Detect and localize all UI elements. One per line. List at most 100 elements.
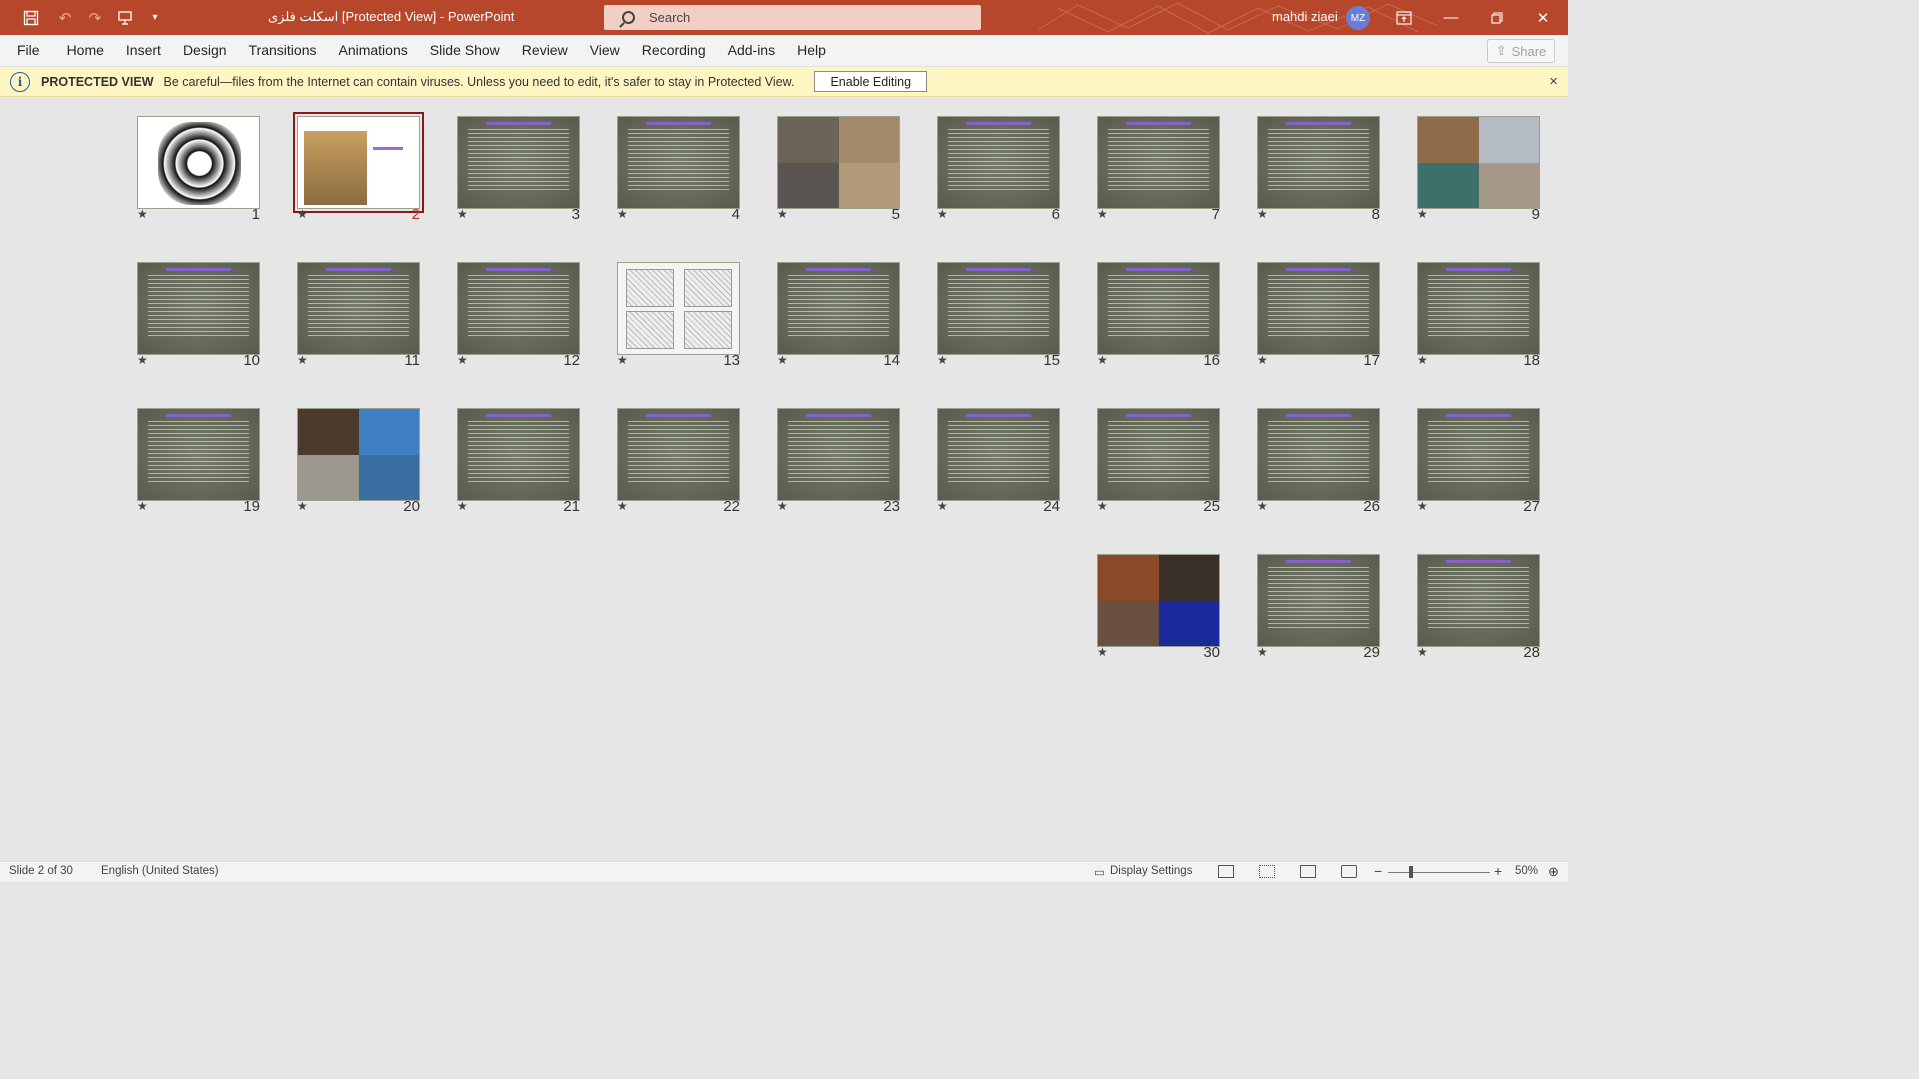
slide-preview[interactable] [1417, 554, 1540, 647]
slide-thumbnail[interactable]: ★ 28 [1417, 535, 1540, 661]
close-message-icon[interactable]: × [1549, 73, 1558, 90]
zoom-slider-track[interactable] [1388, 872, 1490, 873]
slide-thumbnail[interactable]: ★ 13 [617, 243, 740, 369]
slide-show-view-icon[interactable] [1341, 865, 1357, 878]
close-icon[interactable]: ✕ [1520, 0, 1566, 35]
language-indicator[interactable]: English (United States) [101, 865, 219, 877]
slide-preview[interactable] [137, 262, 260, 355]
slide-preview[interactable] [937, 408, 1060, 501]
slide-thumbnail[interactable]: ★ 16 [1097, 243, 1220, 369]
undo-icon[interactable]: ↶ [48, 0, 82, 35]
ribbon-display-options-icon[interactable] [1381, 0, 1427, 35]
zoom-level[interactable]: 50% [1515, 865, 1538, 877]
slide-preview[interactable] [297, 262, 420, 355]
tab-recording[interactable]: Recording [631, 35, 717, 67]
enable-editing-button[interactable]: Enable Editing [814, 71, 928, 92]
tab-file[interactable]: File [0, 35, 56, 67]
slide-thumbnail[interactable]: ★ 4 [617, 97, 740, 223]
zoom-slider-thumb[interactable] [1409, 866, 1413, 878]
normal-view-icon[interactable] [1218, 865, 1234, 878]
slide-thumbnail[interactable]: ★ 19 [137, 389, 260, 515]
slide-thumbnail[interactable]: ★ 26 [1257, 389, 1380, 515]
minimize-icon[interactable]: — [1428, 0, 1474, 35]
tab-home[interactable]: Home [56, 35, 115, 67]
search-box[interactable]: Search [604, 5, 981, 30]
display-settings-icon[interactable]: ▭ [1094, 865, 1105, 879]
slide-preview[interactable] [937, 116, 1060, 209]
slide-thumbnail[interactable]: ★ 21 [457, 389, 580, 515]
slide-thumbnail[interactable]: ★ 22 [617, 389, 740, 515]
slide-preview[interactable] [617, 116, 740, 209]
slide-preview[interactable] [297, 408, 420, 501]
slide-preview[interactable] [457, 116, 580, 209]
slide-thumbnail[interactable]: ★ 7 [1097, 97, 1220, 223]
tab-add-ins[interactable]: Add-ins [717, 35, 786, 67]
slide-thumbnail[interactable]: ★ 29 [1257, 535, 1380, 661]
tab-help[interactable]: Help [786, 35, 837, 67]
slide-thumbnail[interactable]: ★ 2 [293, 97, 424, 223]
redo-icon[interactable]: ↷ [82, 0, 108, 35]
slide-thumbnail[interactable]: ★ 20 [297, 389, 420, 515]
tab-animations[interactable]: Animations [327, 35, 418, 67]
slide-thumbnail[interactable]: ★ 25 [1097, 389, 1220, 515]
slide-thumbnail[interactable]: ★ 24 [937, 389, 1060, 515]
slide-thumbnail[interactable]: ★ 10 [137, 243, 260, 369]
tab-review[interactable]: Review [511, 35, 579, 67]
customize-qat-icon[interactable]: ▾ [142, 0, 168, 35]
slide-thumbnail[interactable]: ★ 27 [1417, 389, 1540, 515]
slide-preview[interactable] [617, 262, 740, 355]
slide-preview[interactable] [1097, 408, 1220, 501]
fit-to-window-icon[interactable]: ⊕ [1548, 864, 1559, 880]
tab-transitions[interactable]: Transitions [238, 35, 328, 67]
zoom-in-button[interactable]: + [1494, 863, 1502, 879]
avatar[interactable]: MZ [1346, 6, 1370, 30]
tab-insert[interactable]: Insert [115, 35, 172, 67]
reading-view-icon[interactable] [1300, 865, 1316, 878]
restore-icon[interactable] [1474, 0, 1520, 35]
tab-view[interactable]: View [579, 35, 631, 67]
display-settings-button[interactable]: Display Settings [1110, 865, 1192, 877]
slide-thumbnail[interactable]: ★ 18 [1417, 243, 1540, 369]
slide-preview[interactable] [777, 262, 900, 355]
slide-preview[interactable] [1097, 262, 1220, 355]
slide-thumbnail[interactable]: ★ 6 [937, 97, 1060, 223]
slide-thumbnail[interactable]: ★ 9 [1417, 97, 1540, 223]
slide-thumbnail[interactable]: ★ 8 [1257, 97, 1380, 223]
slide-thumbnail[interactable]: ★ 30 [1097, 535, 1220, 661]
slide-preview[interactable] [1417, 408, 1540, 501]
slide-thumbnail[interactable]: ★ 3 [457, 97, 580, 223]
zoom-out-button[interactable]: − [1374, 863, 1382, 879]
start-from-beginning-icon[interactable] [108, 0, 142, 35]
slide-preview[interactable] [1257, 116, 1380, 209]
slide-thumbnail[interactable]: ★ 11 [297, 243, 420, 369]
slide-preview[interactable] [457, 408, 580, 501]
slide-thumbnail[interactable]: ★ 5 [777, 97, 900, 223]
slide-thumbnail[interactable]: ★ 23 [777, 389, 900, 515]
slide-sorter-view-icon[interactable] [1259, 865, 1275, 878]
slide-preview[interactable] [1257, 262, 1380, 355]
slide-preview[interactable] [777, 116, 900, 209]
share-button[interactable]: ⇪ Share [1487, 39, 1555, 63]
slide-preview[interactable] [1417, 116, 1540, 209]
slide-preview[interactable] [617, 408, 740, 501]
slide-thumbnail[interactable]: ★ 14 [777, 243, 900, 369]
slide-thumbnail[interactable]: ★ 12 [457, 243, 580, 369]
slide-preview[interactable] [457, 262, 580, 355]
save-icon[interactable] [14, 0, 48, 35]
slide-preview[interactable] [937, 262, 1060, 355]
slide-preview[interactable] [137, 408, 260, 501]
slide-preview[interactable] [1257, 554, 1380, 647]
slide-preview[interactable] [777, 408, 900, 501]
user-name[interactable]: mahdi ziaei [1272, 0, 1338, 34]
slide-thumbnail[interactable]: ★ 15 [937, 243, 1060, 369]
slide-preview[interactable] [137, 116, 260, 209]
slide-preview[interactable] [293, 112, 424, 213]
tab-slide-show[interactable]: Slide Show [419, 35, 511, 67]
slide-preview[interactable] [1417, 262, 1540, 355]
slide-thumbnail[interactable]: ★ 17 [1257, 243, 1380, 369]
slide-thumbnail[interactable]: ★ 1 [137, 97, 260, 223]
slide-preview[interactable] [1097, 116, 1220, 209]
slide-preview[interactable] [1257, 408, 1380, 501]
slide-preview[interactable] [1097, 554, 1220, 647]
tab-design[interactable]: Design [172, 35, 238, 67]
